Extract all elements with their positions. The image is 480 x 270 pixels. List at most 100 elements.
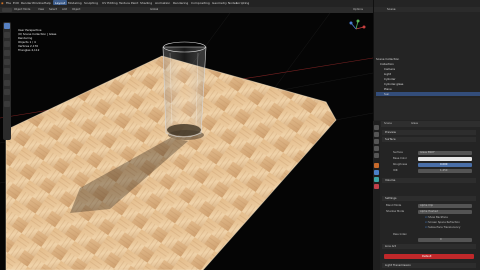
checkbox-label: Subsurface Translucency [428, 226, 461, 229]
section-light-transmission[interactable]: Light Transmission [382, 263, 476, 268]
default-button-label: Default [422, 254, 432, 258]
surface-label: Surface [393, 151, 403, 154]
workspace-tab[interactable]: Shading [138, 0, 154, 5]
overlay-line: Triangles 4,112 [18, 48, 56, 52]
outliner-row[interactable]: Collection [376, 62, 480, 66]
render-tab-icon[interactable] [374, 132, 379, 137]
checkbox-icon: ☑ [425, 226, 428, 229]
shadow-mode-value: Alpha Hashed [420, 210, 438, 213]
base-color-label: Base Color [393, 157, 407, 160]
tool-tab-icon[interactable] [374, 125, 379, 130]
workspace-tab[interactable]: Modeling [66, 0, 84, 5]
blend-mode-dropdown[interactable]: Alpha Clip [418, 204, 472, 208]
blend-mode-value: Alpha Clip [420, 204, 434, 207]
outliner-row-label: Camera [384, 67, 395, 71]
ior-label: IOR [393, 169, 398, 172]
transform-tool-icon[interactable] [4, 68, 10, 74]
overlay-value: 4,112 [31, 48, 40, 52]
pass-index-field[interactable]: 0 [418, 238, 472, 242]
workspace-tab[interactable]: Animation [153, 0, 172, 5]
workspace-tab[interactable]: Compositing [189, 0, 212, 5]
world-tab-icon[interactable] [374, 153, 379, 158]
section-surface[interactable]: Surface [382, 137, 476, 142]
workspace-tab[interactable]: Scripting [234, 0, 251, 5]
outliner-row[interactable]: Camera [376, 67, 480, 71]
outliner-row[interactable]: Cylinder [376, 77, 480, 81]
outliner-row[interactable]: Scene Collection [376, 57, 476, 61]
base-color-swatch[interactable] [418, 157, 472, 161]
move-tool-icon[interactable] [4, 41, 10, 47]
ior-value: 1.450 [440, 169, 448, 172]
glass-object [162, 41, 207, 138]
cursor-tool-icon[interactable] [4, 32, 10, 38]
editor-type-button[interactable] [2, 8, 12, 12]
roughness-slider[interactable]: 0.000 [418, 163, 472, 167]
menu-help[interactable]: Help [44, 0, 51, 7]
pass-index-label: Pass Index [393, 233, 407, 236]
pass-index-value: 0 [440, 238, 442, 241]
roughness-label: Roughness [393, 163, 408, 166]
screen-space-refraction-checkbox[interactable]: ☑ Screen Space Refraction [425, 221, 460, 225]
navigation-gizmo[interactable] [346, 19, 366, 39]
scale-tool-icon[interactable] [4, 59, 10, 65]
section-volume[interactable]: Volume [382, 178, 476, 183]
add-cube-tool-icon[interactable] [4, 101, 10, 107]
outliner-empty-area [374, 98, 480, 120]
outliner-row-label: Light [384, 72, 391, 76]
modifier-tab-icon[interactable] [374, 170, 379, 175]
output-tab-icon[interactable] [374, 139, 379, 144]
properties-header: Scene Glass [381, 121, 480, 127]
checkbox-label: Show Backface [428, 216, 448, 219]
roughness-value: 0.000 [440, 163, 448, 166]
3d-viewport[interactable]: User Perspective (0) Scene Collection | … [0, 13, 373, 270]
surface-shader-field[interactable]: Glass BSDF [418, 151, 472, 155]
surface-shader-value: Glass BSDF [420, 151, 435, 154]
checkbox-icon: ☑ [425, 221, 428, 224]
material-tab-icon[interactable] [374, 184, 379, 189]
outliner-header-label: Scene [387, 7, 396, 11]
data-tab-icon[interactable] [374, 177, 379, 182]
measure-tool-icon[interactable] [4, 89, 10, 95]
annotate-tool-icon[interactable] [4, 80, 10, 86]
overlay-label: Triangles [18, 48, 31, 52]
rotate-tool-icon[interactable] [4, 50, 10, 56]
properties-material-name: Glass [411, 122, 419, 125]
menu-render[interactable]: Render [21, 0, 32, 7]
show-backface-checkbox[interactable]: ☑ Show Backface [425, 216, 448, 220]
blend-mode-label: Blend Mode [386, 204, 402, 207]
shadow-mode-dropdown[interactable]: Alpha Hashed [418, 210, 472, 214]
section-line-art[interactable]: Line Art [382, 244, 476, 249]
checkbox-icon: ☑ [425, 216, 428, 219]
outliner-row[interactable]: Plane [376, 87, 480, 91]
shadow-mode-label: Shadow Mode [386, 210, 405, 213]
workspace-tab[interactable]: Texture Paint [117, 0, 140, 5]
outliner-row-label: Scene Collection [376, 57, 400, 61]
section-preview[interactable]: Preview [382, 130, 476, 135]
object-tab-icon[interactable] [374, 163, 379, 168]
outliner-row-label: Cylinder.glass [384, 82, 404, 86]
workspace-tab[interactable]: Sculpting [82, 0, 100, 5]
outliner-row-label: Plane [384, 87, 392, 91]
workspace-tab[interactable]: Rendering [171, 0, 190, 5]
section-settings[interactable]: Settings [382, 196, 476, 201]
outliner-row[interactable]: Light [376, 72, 480, 76]
select-box-tool-icon[interactable] [4, 23, 10, 29]
checkbox-label: Screen Space Refraction [428, 221, 460, 224]
menu-file[interactable]: File [6, 0, 11, 7]
menu-window[interactable]: Window [32, 0, 44, 7]
viewport-overlay-info: User Perspective (0) Scene Collection | … [18, 28, 56, 52]
outliner-row[interactable]: Cylinder.glass [376, 82, 480, 86]
outliner-row-selected[interactable]: Sun [376, 92, 480, 96]
tool-shelf [3, 22, 11, 140]
outliner-row-label: Collection [380, 62, 394, 66]
properties-object-name: Scene [384, 122, 392, 125]
scene-tab-icon[interactable] [374, 146, 379, 151]
outliner-row-label: Sun [384, 92, 390, 96]
properties-tabs [373, 121, 380, 270]
ior-field[interactable]: 1.450 [418, 169, 472, 173]
outliner-header: Scene [374, 7, 480, 12]
menu-edit[interactable]: Edit [13, 0, 19, 7]
subsurface-translucency-checkbox[interactable]: ☑ Subsurface Translucency [425, 226, 460, 230]
default-button[interactable]: Default [384, 254, 474, 259]
blender-logo-icon[interactable]: ◉ [1, 0, 4, 7]
